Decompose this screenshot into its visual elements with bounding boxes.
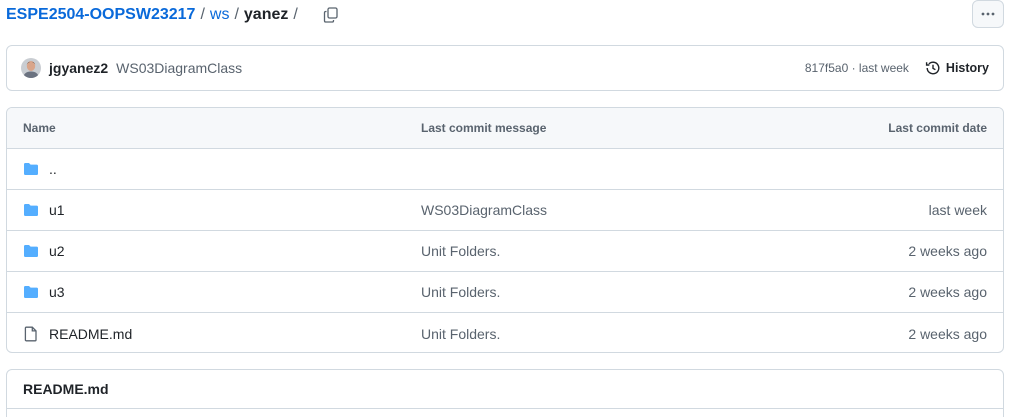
readme-title[interactable]: README.md	[7, 370, 1003, 409]
commit-message-link[interactable]: WS03DiagramClass	[421, 202, 547, 218]
latest-commit-bar: jgyanez2 WS03DiagramClass 817f5a0 · last…	[6, 45, 1004, 91]
commit-message-link[interactable]: Unit Folders.	[421, 243, 500, 259]
name-cell: u2	[23, 243, 65, 259]
table-row[interactable]: u3 Unit Folders. 2 weeks ago	[7, 272, 1003, 313]
name-cell: ..	[23, 161, 57, 177]
breadcrumb-repo-link[interactable]: ESPE2504-OOPSW23217	[6, 6, 195, 24]
file-icon	[24, 326, 37, 341]
commit-date-cell: 2 weeks ago	[908, 325, 987, 342]
name-cell: README.md	[23, 326, 132, 342]
commit-message-link[interactable]: WS03DiagramClass	[116, 60, 242, 76]
commit-message-link[interactable]: Unit Folders.	[421, 326, 500, 342]
folder-icon	[24, 245, 38, 257]
commit-date-cell: last week	[928, 202, 987, 218]
history-icon	[925, 61, 940, 75]
header-name: Name	[23, 121, 56, 135]
table-row[interactable]: README.md Unit Folders. 2 weeks ago	[7, 313, 1003, 352]
commit-message-link[interactable]: Unit Folders.	[421, 284, 500, 300]
breadcrumb-current: yanez	[243, 6, 289, 23]
folder-link-u2[interactable]: u2	[49, 243, 65, 259]
copy-icon	[323, 7, 338, 23]
file-table: Name Last commit message Last commit dat…	[6, 107, 1004, 353]
history-label: History	[945, 61, 989, 75]
more-options-button[interactable]	[972, 0, 1004, 28]
copy-path-button[interactable]	[321, 5, 341, 25]
parent-directory-link[interactable]: ..	[49, 161, 57, 177]
header-last-commit-message: Last commit message	[421, 121, 547, 135]
commit-right-group: 817f5a0 · last week History	[805, 60, 989, 76]
folder-icon	[24, 163, 38, 175]
folder-icon	[24, 286, 38, 298]
kebab-horizontal-icon	[981, 12, 995, 16]
avatar[interactable]	[21, 58, 41, 78]
commit-hash-time[interactable]: 817f5a0 · last week	[805, 61, 909, 75]
folder-link-u1[interactable]: u1	[49, 202, 65, 218]
commit-author-link[interactable]: jgyanez2	[49, 60, 108, 76]
breadcrumb-separator: /	[234, 6, 239, 23]
breadcrumb: ESPE2504-OOPSW23217 / ws / yanez /	[6, 4, 341, 26]
breadcrumb-separator: /	[200, 6, 205, 23]
table-header: Name Last commit message Last commit dat…	[7, 108, 1003, 149]
name-cell: u1	[23, 202, 65, 218]
table-row-parent[interactable]: ..	[7, 149, 1003, 190]
table-row[interactable]: u2 Unit Folders. 2 weeks ago	[7, 231, 1003, 272]
folder-link-u3[interactable]: u3	[49, 284, 65, 300]
breadcrumb-separator: /	[293, 6, 298, 23]
commit-date-cell: 2 weeks ago	[908, 243, 987, 259]
user-avatar-icon	[21, 58, 41, 78]
commit-date-cell: 2 weeks ago	[908, 284, 987, 300]
header-last-commit-date: Last commit date	[888, 121, 987, 135]
name-cell: u3	[23, 284, 65, 300]
history-button[interactable]: History	[925, 60, 989, 76]
file-link-readme[interactable]: README.md	[49, 326, 132, 342]
readme-panel: README.md	[6, 369, 1004, 417]
breadcrumb-folder-link[interactable]: ws	[210, 6, 230, 24]
table-row[interactable]: u1 WS03DiagramClass last week	[7, 190, 1003, 231]
folder-icon	[24, 204, 38, 216]
